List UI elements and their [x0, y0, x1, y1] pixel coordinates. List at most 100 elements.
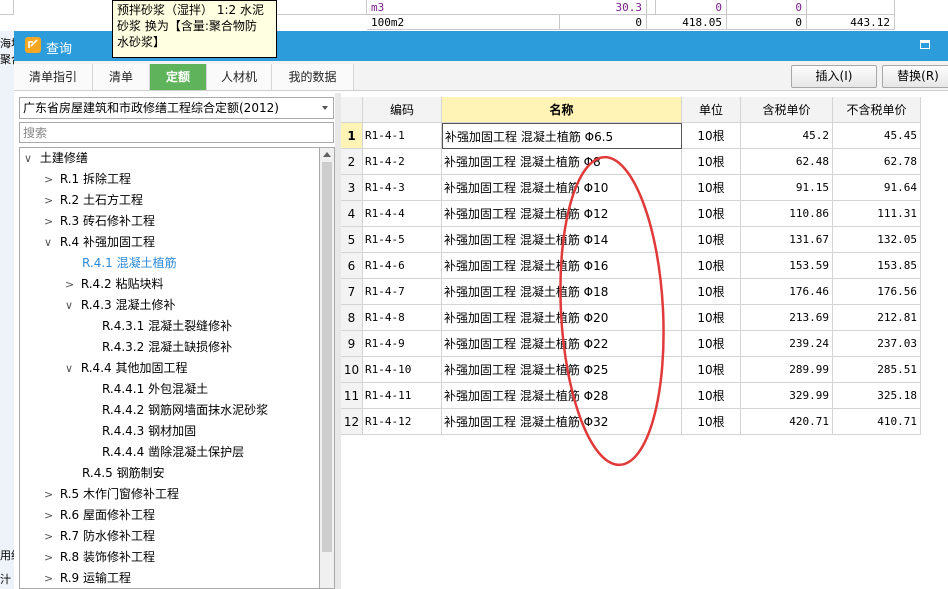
- tree-node[interactable]: > R.4.2 粘贴块料: [65, 274, 163, 295]
- tab-bill-guide[interactable]: 清单指引: [14, 64, 93, 90]
- header-price-notax[interactable]: 不含税单价: [833, 97, 921, 123]
- tab-bill[interactable]: 清单: [93, 64, 150, 90]
- code-cell[interactable]: R1-4-7: [363, 279, 442, 305]
- unit-cell[interactable]: 10根: [682, 201, 741, 227]
- unit-cell[interactable]: 10根: [682, 305, 741, 331]
- price-notax-cell[interactable]: 176.56: [833, 279, 921, 305]
- expand-toggle-icon[interactable]: >: [44, 484, 56, 505]
- name-cell[interactable]: 补强加固工程 混凝土植筋 Φ8: [442, 149, 682, 175]
- expand-toggle-icon[interactable]: ∨: [24, 148, 36, 169]
- name-cell[interactable]: 补强加固工程 混凝土植筋 Φ28: [442, 383, 682, 409]
- tree-node[interactable]: R.4.3.2 混凝土缺损修补: [102, 337, 232, 358]
- tree-scrollbar[interactable]: [319, 147, 335, 589]
- tree-node[interactable]: > R.5 木作门窗修补工程: [44, 484, 179, 505]
- row-number[interactable]: 8: [341, 305, 363, 331]
- price-tax-cell[interactable]: 213.69: [741, 305, 833, 331]
- insert-button[interactable]: 插入(I): [791, 65, 877, 88]
- row-number[interactable]: 1: [341, 123, 363, 149]
- tree-node[interactable]: R.4.4.3 钢材加固: [102, 421, 196, 442]
- code-cell[interactable]: R1-4-10: [363, 357, 442, 383]
- tree-node[interactable]: > R.8 装饰修补工程: [44, 547, 155, 568]
- tree-node[interactable]: R.4.3.1 混凝土裂缝修补: [102, 316, 232, 337]
- expand-toggle-icon[interactable]: ∨: [65, 295, 77, 316]
- expand-toggle-icon[interactable]: >: [44, 190, 56, 211]
- unit-cell[interactable]: 10根: [682, 175, 741, 201]
- name-cell[interactable]: 补强加固工程 混凝土植筋 Φ16: [442, 253, 682, 279]
- row-number[interactable]: 10: [341, 357, 363, 383]
- expand-toggle-icon[interactable]: >: [44, 211, 56, 232]
- unit-cell[interactable]: 10根: [682, 227, 741, 253]
- price-notax-cell[interactable]: 153.85: [833, 253, 921, 279]
- tree-node[interactable]: ∨ R.4 补强加固工程: [44, 232, 155, 253]
- name-cell[interactable]: 补强加固工程 混凝土植筋 Φ32: [442, 409, 682, 435]
- tree-node[interactable]: R.4.4.2 钢筋网墙面抹水泥砂浆: [102, 400, 268, 421]
- price-tax-cell[interactable]: 62.48: [741, 149, 833, 175]
- tree-node[interactable]: > R.1 拆除工程: [44, 169, 131, 190]
- tree-node[interactable]: ∨ R.4.3 混凝土修补: [65, 295, 175, 316]
- price-tax-cell[interactable]: 239.24: [741, 331, 833, 357]
- code-cell[interactable]: R1-4-12: [363, 409, 442, 435]
- name-cell[interactable]: 补强加固工程 混凝土植筋 Φ10: [442, 175, 682, 201]
- code-cell[interactable]: R1-4-6: [363, 253, 442, 279]
- row-number[interactable]: 7: [341, 279, 363, 305]
- name-cell[interactable]: 补强加固工程 混凝土植筋 Φ20: [442, 305, 682, 331]
- tree-node[interactable]: ∨ 土建修缮: [24, 148, 88, 169]
- tree-node[interactable]: > R.7 防水修补工程: [44, 526, 155, 547]
- row-number[interactable]: 2: [341, 149, 363, 175]
- tab-materials[interactable]: 人材机: [207, 64, 272, 90]
- expand-toggle-icon[interactable]: >: [44, 526, 56, 547]
- price-tax-cell[interactable]: 153.59: [741, 253, 833, 279]
- price-notax-cell[interactable]: 111.31: [833, 201, 921, 227]
- code-cell[interactable]: R1-4-1: [363, 123, 442, 149]
- expand-toggle-icon[interactable]: ∨: [44, 232, 56, 253]
- maximize-icon[interactable]: [920, 40, 930, 49]
- tree-node[interactable]: > R.9 运输工程: [44, 568, 131, 588]
- unit-cell[interactable]: 10根: [682, 123, 741, 149]
- price-notax-cell[interactable]: 285.51: [833, 357, 921, 383]
- expand-toggle-icon[interactable]: >: [44, 547, 56, 568]
- price-tax-cell[interactable]: 45.2: [741, 123, 833, 149]
- price-tax-cell[interactable]: 131.67: [741, 227, 833, 253]
- header-price-tax[interactable]: 含税单价: [741, 97, 833, 123]
- expand-toggle-icon[interactable]: >: [44, 568, 56, 588]
- row-number[interactable]: 12: [341, 409, 363, 435]
- header-code[interactable]: 编码: [363, 97, 442, 123]
- tree-node[interactable]: > R.6 屋面修补工程: [44, 505, 155, 526]
- name-cell[interactable]: 补强加固工程 混凝土植筋 Φ14: [442, 227, 682, 253]
- name-cell[interactable]: 补强加固工程 混凝土植筋 Φ6.5: [442, 123, 682, 149]
- tree-node[interactable]: > R.2 土石方工程: [44, 190, 143, 211]
- replace-button[interactable]: 替换(R): [882, 65, 948, 88]
- price-notax-cell[interactable]: 132.05: [833, 227, 921, 253]
- price-tax-cell[interactable]: 289.99: [741, 357, 833, 383]
- price-notax-cell[interactable]: 91.64: [833, 175, 921, 201]
- price-tax-cell[interactable]: 176.46: [741, 279, 833, 305]
- search-input[interactable]: [19, 122, 334, 143]
- code-cell[interactable]: R1-4-4: [363, 201, 442, 227]
- price-tax-cell[interactable]: 91.15: [741, 175, 833, 201]
- row-number[interactable]: 5: [341, 227, 363, 253]
- unit-cell[interactable]: 10根: [682, 149, 741, 175]
- code-cell[interactable]: R1-4-9: [363, 331, 442, 357]
- name-cell[interactable]: 补强加固工程 混凝土植筋 Φ12: [442, 201, 682, 227]
- name-cell[interactable]: 补强加固工程 混凝土植筋 Φ22: [442, 331, 682, 357]
- unit-cell[interactable]: 10根: [682, 253, 741, 279]
- tree-node[interactable]: R.4.4.4 凿除混凝土保护层: [102, 442, 244, 463]
- code-cell[interactable]: R1-4-2: [363, 149, 442, 175]
- code-cell[interactable]: R1-4-3: [363, 175, 442, 201]
- expand-toggle-icon[interactable]: ∨: [65, 358, 77, 379]
- tree-node[interactable]: > R.3 砖石修补工程: [44, 211, 155, 232]
- scroll-up-icon[interactable]: [323, 152, 331, 157]
- price-notax-cell[interactable]: 212.81: [833, 305, 921, 331]
- row-number[interactable]: 3: [341, 175, 363, 201]
- price-tax-cell[interactable]: 329.99: [741, 383, 833, 409]
- price-notax-cell[interactable]: 325.18: [833, 383, 921, 409]
- price-notax-cell[interactable]: 410.71: [833, 409, 921, 435]
- name-cell[interactable]: 补强加固工程 混凝土植筋 Φ25: [442, 357, 682, 383]
- header-unit[interactable]: 单位: [682, 97, 741, 123]
- tree-node[interactable]: ∨ R.4.4 其他加固工程: [65, 358, 187, 379]
- unit-cell[interactable]: 10根: [682, 279, 741, 305]
- unit-cell[interactable]: 10根: [682, 383, 741, 409]
- price-tax-cell[interactable]: 110.86: [741, 201, 833, 227]
- row-number[interactable]: 11: [341, 383, 363, 409]
- unit-cell[interactable]: 10根: [682, 331, 741, 357]
